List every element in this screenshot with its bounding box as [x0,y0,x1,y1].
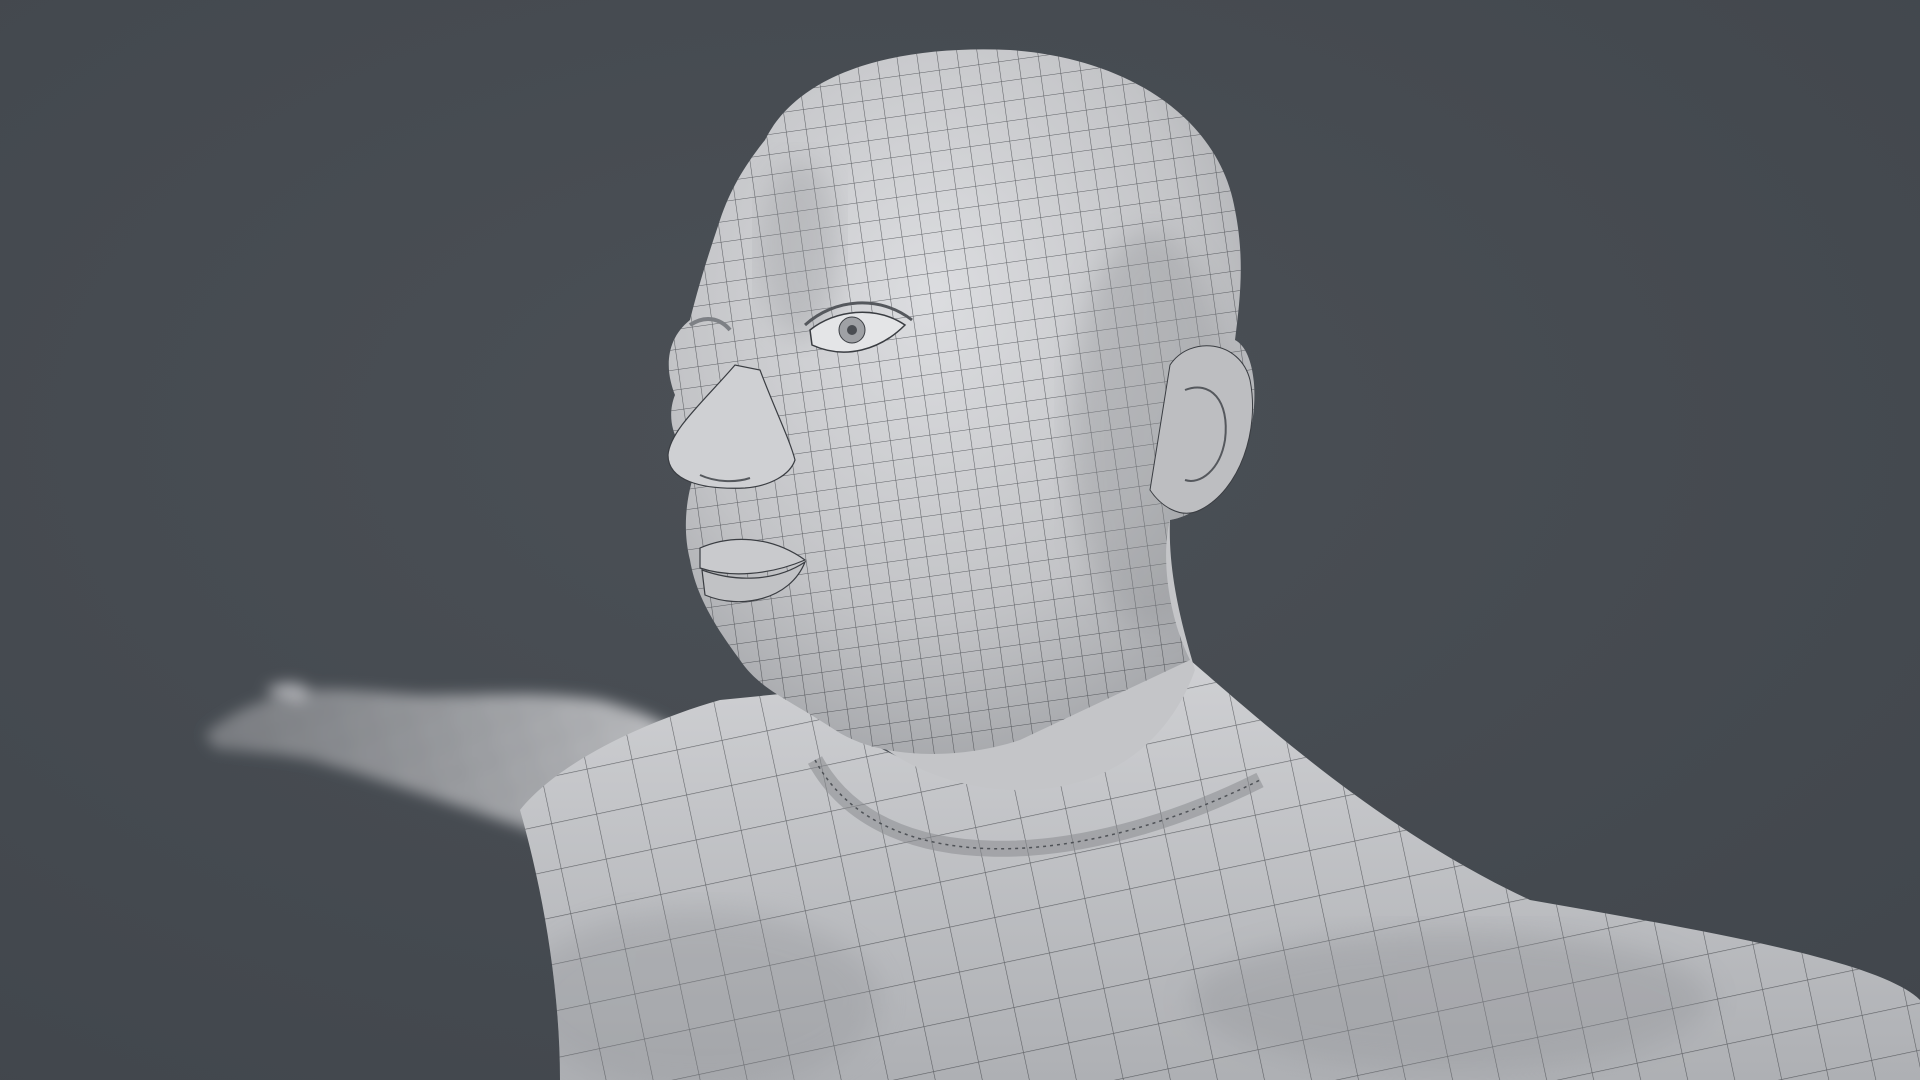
render-viewport [0,0,1920,1080]
render-canvas [0,0,1920,1080]
